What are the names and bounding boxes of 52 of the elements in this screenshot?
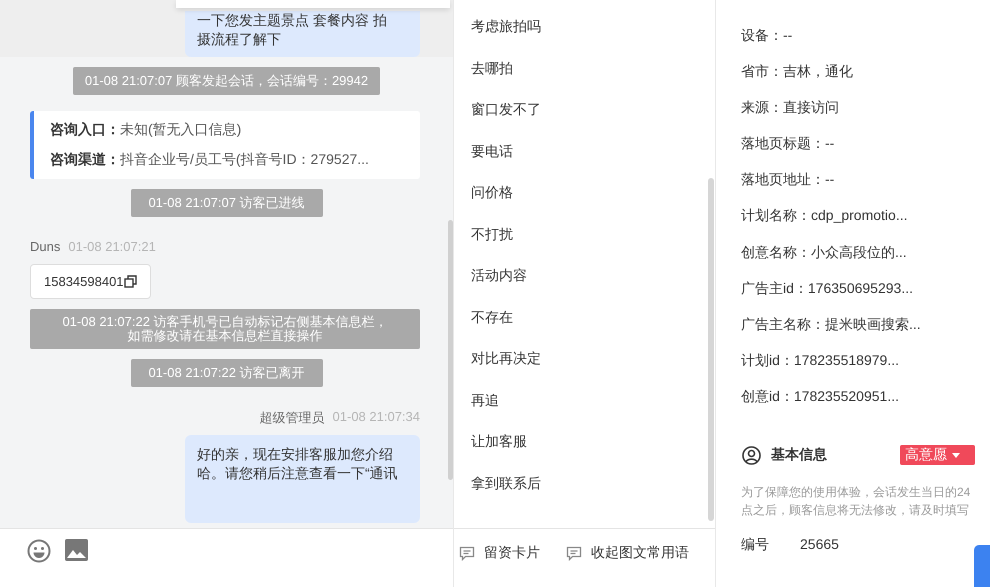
phrase-item[interactable]: 不打扰 [454, 222, 715, 264]
phrase-item[interactable]: 活动内容 [454, 264, 715, 306]
info-text: 省市：吉林，通化 [741, 63, 853, 80]
info-text: 广告主id：176350695293... [741, 280, 913, 296]
scrollbar[interactable] [708, 178, 714, 521]
phrase-item[interactable]: 不存在 [454, 306, 715, 347]
field-value: 25665 [800, 536, 839, 554]
phrase-item[interactable]: 再追 [454, 388, 715, 430]
emoji-icon[interactable] [27, 539, 51, 563]
phrase-item[interactable]: 拿到联系后 [454, 472, 715, 513]
intent-dropdown[interactable]: 高意愿 [900, 445, 975, 466]
section-title: 基本信息 [771, 446, 828, 464]
message-icon [566, 546, 582, 560]
phrase-item[interactable]: 考虑旅拍吗 [454, 15, 715, 56]
caret-icon [952, 452, 960, 458]
info-text: 创意id：178235520951... [741, 388, 899, 404]
info-row-text: 咨询渠道：抖音企业号/员工号(抖音号ID：279527... [50, 151, 370, 169]
info-text: 来源：直接访问 [741, 99, 839, 116]
message-time: 01-08 21:07:21 [68, 239, 156, 254]
collapse-phrases-button[interactable]: 收起图文常用语 [566, 543, 689, 563]
info-row-text: 咨询入口：未知(暂无入口信息) [50, 121, 242, 139]
phrase-item[interactable]: 要电话 [454, 140, 715, 181]
phrase-item[interactable]: 问价格 [454, 181, 715, 222]
info-text: 落地页标题：-- [741, 135, 834, 152]
message-bubble: 一下您发主题景点 套餐内容 拍摄流程了解下 [185, 11, 420, 57]
field-label: 编号 [741, 536, 770, 554]
info-text: 设备：-- [741, 27, 792, 43]
info-text: 计划名称：cdp_promotio... [741, 207, 908, 224]
info-text: 广告主名称：提米映画搜索... [741, 316, 921, 332]
info-text: 创意名称：小众高段位的... [741, 244, 907, 260]
scrollbar[interactable] [448, 220, 453, 480]
message-bubble: 好的亲，现在安排客服加您介绍哈。请您稍后注意查看一下“通讯 [185, 435, 420, 523]
lead-card-button[interactable]: 留资卡片 [459, 543, 540, 563]
sender-name: Duns [30, 239, 60, 254]
info-text: 计划id：178235518979... [741, 352, 899, 368]
phrase-item[interactable]: 去哪拍 [454, 56, 715, 98]
system-message: 01-08 21:07:22 访客手机号已自动标记右侧基本信息栏，如需修改请在基本信息栏直接操作 [30, 309, 420, 349]
sender-name: 超级管理员 [260, 409, 325, 427]
phrase-item[interactable]: 对比再决定 [454, 347, 715, 388]
notice-text: 为了保障您的使用体验，会话发生当日的24点之后，顾客信息将无法修改，请及时填写 [741, 484, 972, 520]
user-icon [742, 446, 761, 465]
image-icon[interactable] [65, 539, 88, 561]
info-text: 落地页地址：-- [741, 171, 834, 188]
phone-number: 15834598401 [44, 274, 124, 289]
system-message: 01-08 21:07:07 访客已进线 [130, 189, 322, 217]
system-message: 01-08 21:07:07 顾客发起会话，会话编号：29942 [72, 67, 380, 95]
system-message: 01-08 21:07:22 访客已离开 [130, 359, 322, 387]
message-time: 01-08 21:07:34 [332, 409, 420, 426]
copy-icon[interactable] [124, 275, 137, 288]
phrase-item[interactable]: 窗口发不了 [454, 98, 715, 140]
message-icon [459, 546, 475, 560]
phrase-item[interactable]: 让加客服 [454, 430, 715, 472]
